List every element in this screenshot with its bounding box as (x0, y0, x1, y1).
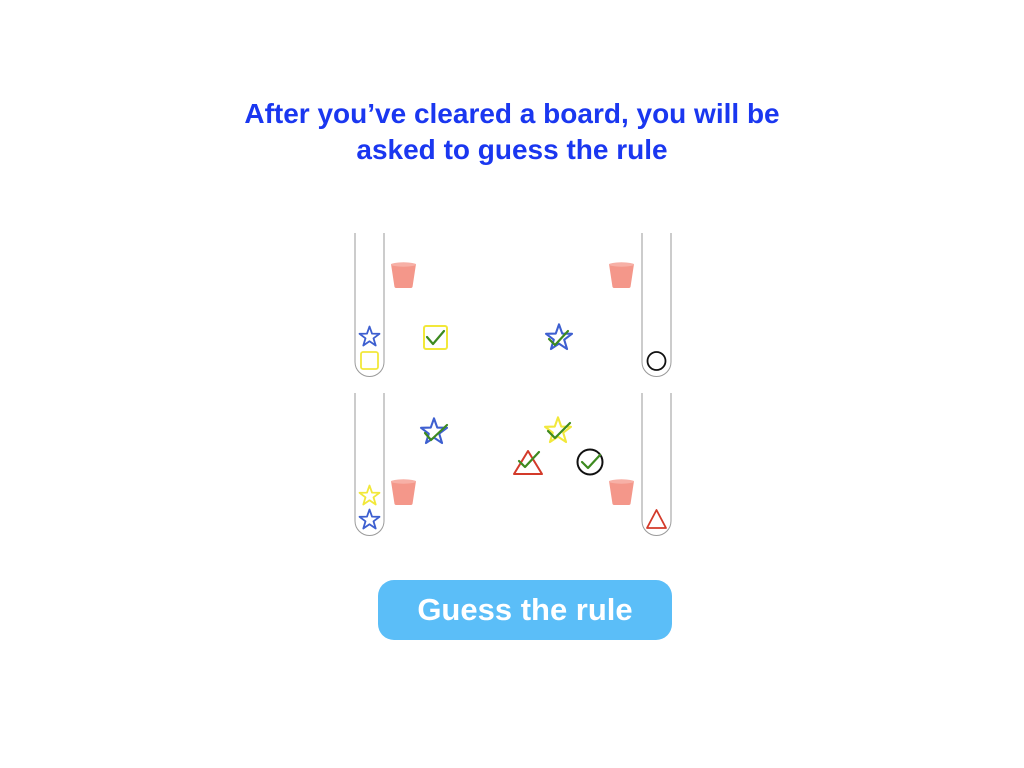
cleared-red-triangle[interactable] (513, 450, 543, 475)
boards-illustration (354, 233, 672, 536)
red-triangle-icon (646, 509, 667, 529)
bucket-icon[interactable] (609, 262, 634, 288)
checkmark-icon (580, 453, 602, 470)
blue-star-icon (358, 508, 381, 530)
yellow-square-icon (360, 351, 379, 370)
guess-the-rule-button[interactable]: Guess the rule (378, 580, 672, 640)
cleared-blue-star[interactable] (544, 323, 574, 351)
board-2 (354, 393, 672, 536)
checkmark-icon (425, 329, 446, 346)
bucket-icon[interactable] (391, 262, 416, 288)
black-circle-icon (646, 351, 667, 371)
right-tube (641, 393, 672, 536)
cleared-yellow-square[interactable] (423, 325, 448, 350)
cleared-blue-star[interactable] (419, 417, 449, 445)
bucket-icon[interactable] (391, 479, 416, 505)
blue-star-icon (358, 325, 381, 347)
cleared-yellow-star[interactable] (543, 416, 573, 444)
left-tube (354, 393, 385, 536)
board-1 (354, 233, 672, 377)
yellow-star-icon (358, 484, 381, 506)
left-tube (354, 233, 385, 377)
right-tube (641, 233, 672, 377)
cleared-black-circle[interactable] (576, 448, 604, 476)
bucket-icon[interactable] (609, 479, 634, 505)
